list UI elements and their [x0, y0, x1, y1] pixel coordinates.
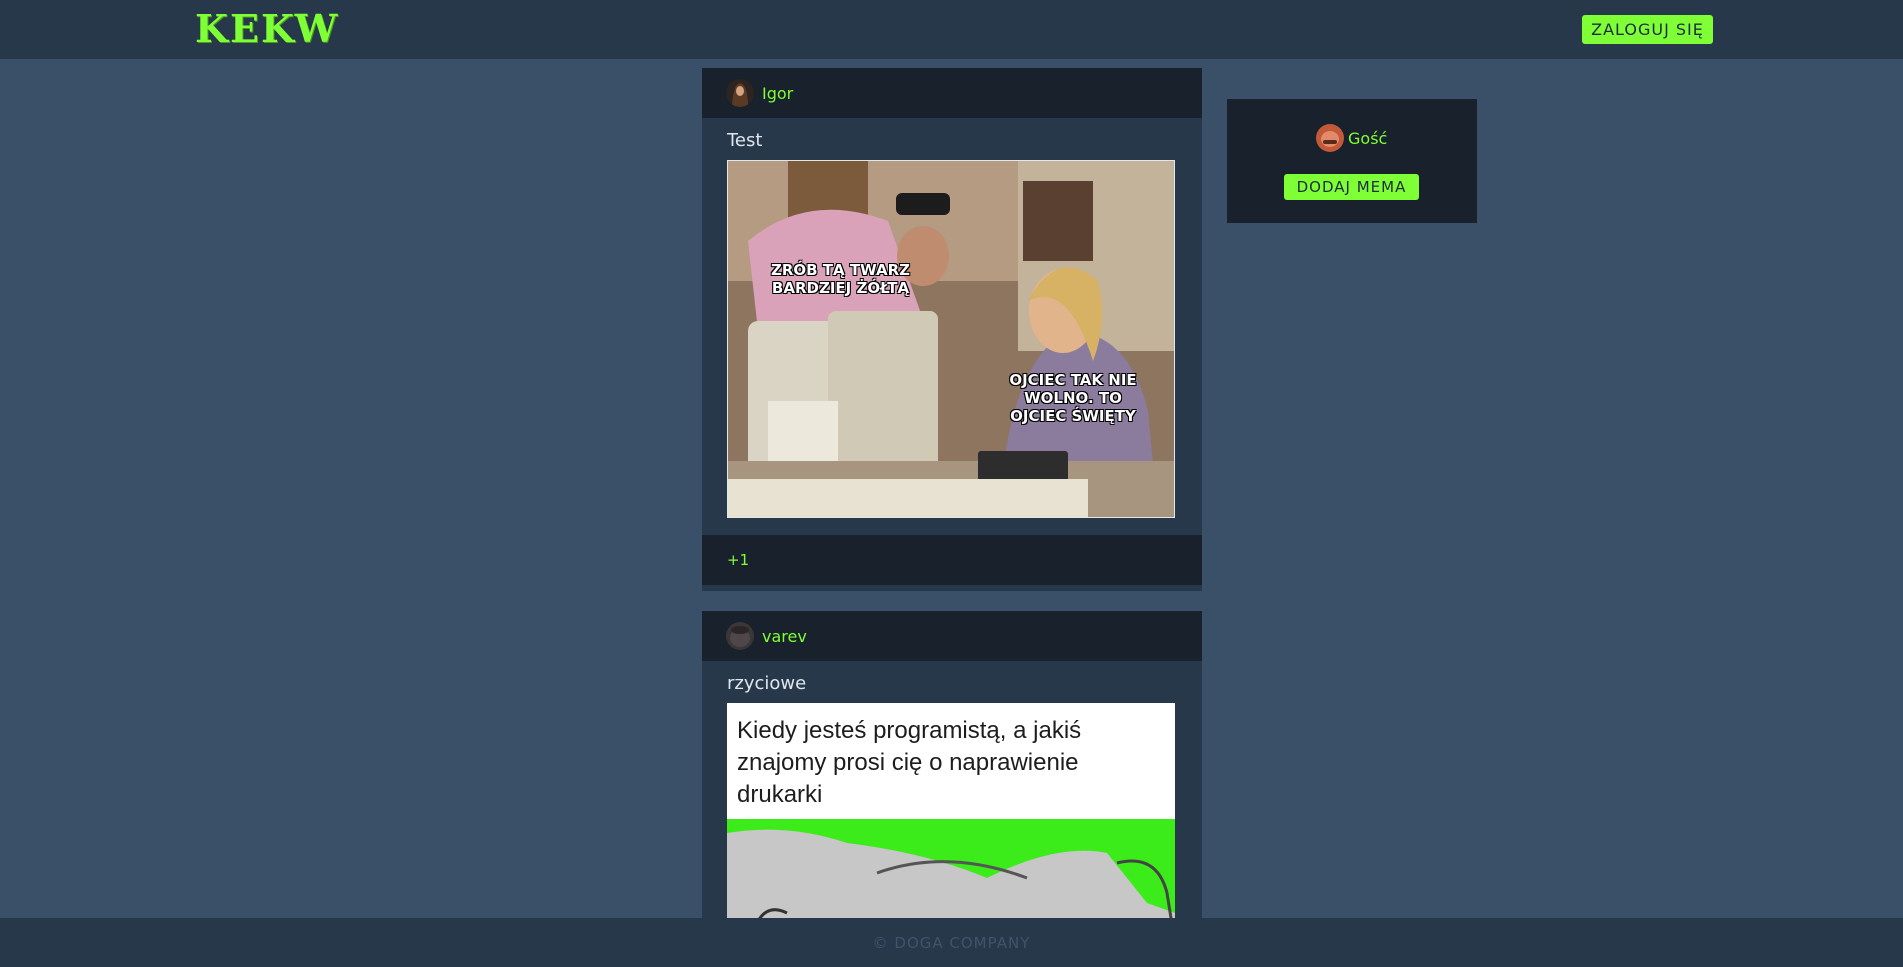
site-logo[interactable]: KEKW	[195, 6, 339, 51]
meme-image[interactable]: Kiedy jesteś programistą, a jakiś znajom…	[727, 703, 1175, 918]
meme-caption-bottom: OJCIEC TAK NIE WOLNO. TO OJCIEC ŚWIĘTY	[1009, 371, 1137, 425]
add-meme-button[interactable]: DODAJ MEMA	[1284, 174, 1419, 200]
post-card: varev rzyciowe Kiedy jesteś programistą,…	[702, 611, 1202, 918]
post-header: Igor	[702, 68, 1202, 118]
top-navbar: KEKW ZALOGUJ SIĘ	[0, 0, 1903, 59]
post-title: rzyciowe	[727, 673, 807, 694]
author-name[interactable]: varev	[762, 627, 807, 646]
author-name[interactable]: Igor	[762, 84, 793, 103]
post-footer: +1	[702, 535, 1202, 585]
post-title: Test	[727, 130, 763, 151]
login-button[interactable]: ZALOGUJ SIĘ	[1582, 15, 1713, 44]
meme-text: Kiedy jesteś programistą, a jakiś znajom…	[737, 717, 1082, 808]
post-card: Igor Test ZRÓB TĄ TWARZ BARDZIEJ ŻÓŁTĄ O…	[702, 68, 1202, 591]
user-panel: Gość DODAJ MEMA	[1227, 99, 1477, 223]
meme-image[interactable]: ZRÓB TĄ TWARZ BARDZIEJ ŻÓŁTĄ OJCIEC TAK …	[727, 160, 1175, 518]
post-header: varev	[702, 611, 1202, 661]
meme-caption-top: ZRÓB TĄ TWARZ BARDZIEJ ŻÓŁTĄ	[770, 261, 911, 297]
guest-avatar	[1316, 124, 1344, 152]
author-avatar[interactable]	[726, 622, 754, 650]
copyright-text: © DOGA COMPANY	[872, 933, 1031, 952]
page-footer: © DOGA COMPANY	[0, 918, 1903, 967]
vote-count[interactable]: +1	[727, 551, 749, 569]
author-avatar[interactable]	[726, 79, 754, 107]
guest-user: Gość	[1316, 124, 1387, 152]
guest-name: Gość	[1348, 128, 1388, 148]
